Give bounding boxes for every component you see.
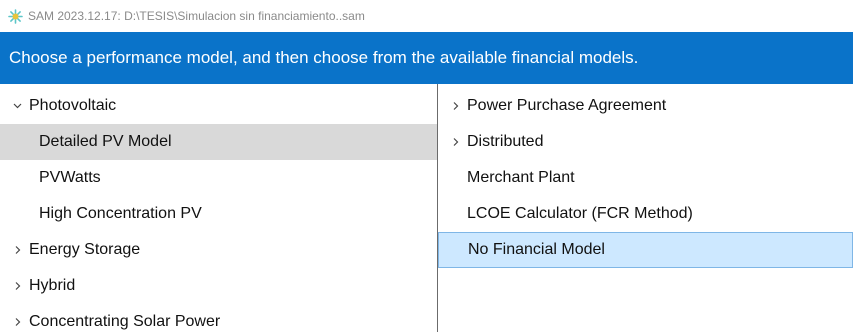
tree-item-hybrid[interactable]: Hybrid [0,268,437,304]
tree-item-label: Merchant Plant [467,169,575,186]
tree-item-energy-storage[interactable]: Energy Storage [0,232,437,268]
tree-item-label: Power Purchase Agreement [467,97,667,114]
sam-window: SAM 2023.12.17: D:\TESIS\Simulacion sin … [0,0,853,332]
tree-item-pvwatts[interactable]: PVWatts [0,160,437,196]
chevron-right-icon[interactable] [450,135,461,149]
tree-item-label: Detailed PV Model [39,133,172,150]
chevron-down-icon[interactable] [12,99,23,113]
tree-item-label: No Financial Model [468,241,605,258]
chevron-right-icon[interactable] [12,279,23,293]
tree-item-merchant-plant[interactable]: Merchant Plant [438,160,853,196]
tree-item-label: Distributed [467,133,544,150]
sam-sun-icon [8,8,23,24]
chevron-right-icon[interactable] [450,99,461,113]
tree-item-no-financial-model[interactable]: No Financial Model [438,232,853,268]
performance-model-list: Photovoltaic Detailed PV Model PVWatts H… [0,84,438,332]
tree-item-label: LCOE Calculator (FCR Method) [467,205,693,222]
title-bar: SAM 2023.12.17: D:\TESIS\Simulacion sin … [0,0,853,32]
financial-model-list: Power Purchase Agreement Distributed Mer… [438,84,853,332]
window-title: SAM 2023.12.17: D:\TESIS\Simulacion sin … [28,9,365,23]
tree-item-label: Photovoltaic [29,97,117,114]
tree-item-lcoe-calculator[interactable]: LCOE Calculator (FCR Method) [438,196,853,232]
tree-item-label: Concentrating Solar Power [29,313,221,330]
tree-item-power-purchase-agreement[interactable]: Power Purchase Agreement [438,88,853,124]
tree-item-high-concentration-pv[interactable]: High Concentration PV [0,196,437,232]
instruction-text: Choose a performance model, and then cho… [9,48,639,67]
chevron-right-icon[interactable] [12,315,23,329]
tree-item-concentrating-solar-power[interactable]: Concentrating Solar Power [0,304,437,332]
tree-item-label: Hybrid [29,277,76,294]
tree-item-detailed-pv-model[interactable]: Detailed PV Model [0,124,437,160]
tree-item-distributed[interactable]: Distributed [438,124,853,160]
tree-item-label: Energy Storage [29,241,141,258]
instruction-banner: Choose a performance model, and then cho… [0,32,853,84]
tree-item-photovoltaic[interactable]: Photovoltaic [0,88,437,124]
tree-item-label: High Concentration PV [39,205,202,222]
tree-item-label: PVWatts [39,169,101,186]
chevron-right-icon[interactable] [12,243,23,257]
